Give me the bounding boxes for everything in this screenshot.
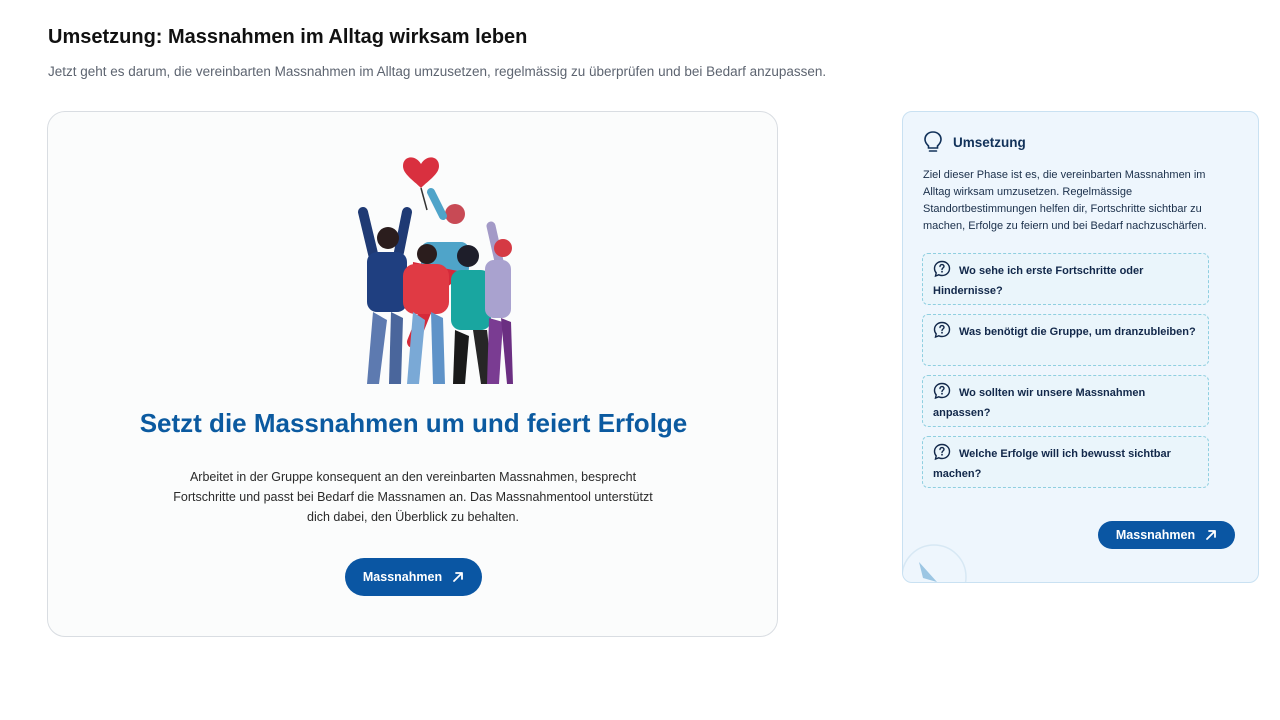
question-bubble-icon <box>933 382 951 400</box>
main-heading: Setzt die Massnahmen um und feiert Erfol… <box>139 408 688 438</box>
page-title: Umsetzung: Massnahmen im Alltag wirksam … <box>48 26 528 48</box>
main-description: Arbeitet in der Gruppe konsequent an den… <box>173 470 653 524</box>
question-bubble-icon <box>933 321 951 339</box>
side-card-text: Ziel dieser Phase ist es, die vereinbart… <box>923 169 1207 232</box>
question-bubble-icon <box>933 443 951 461</box>
question-item[interactable]: Wo sollten wir unsere Massnahmen anpasse… <box>922 375 1209 427</box>
compass-icon <box>903 544 967 582</box>
side-massnahmen-button-label: Massnahmen <box>1115 528 1196 542</box>
question-item[interactable]: Was benötigt die Gruppe, um dranzubleibe… <box>922 314 1209 366</box>
arrow-up-right-icon <box>1206 530 1216 540</box>
question-item[interactable]: Welche Erfolge will ich bewusst sichtbar… <box>922 436 1209 488</box>
massnahmen-button-label: Massnahmen <box>362 570 443 584</box>
lightbulb-icon <box>924 131 942 152</box>
arrow-up-right-icon <box>453 572 463 582</box>
question-label: Welche Erfolge will ich bewusst sichtbar… <box>933 448 1171 480</box>
side-massnahmen-button[interactable]: Massnahmen <box>1098 521 1235 549</box>
side-card-header: Umsetzung <box>923 130 1026 154</box>
question-bubble-icon <box>933 260 951 278</box>
question-label: Wo sollten wir unsere Massnahmen anpasse… <box>933 387 1146 419</box>
celebrating-group-illustration <box>358 157 513 384</box>
question-list: Wo sehe ich erste Fortschritte oder Hind… <box>922 253 1209 488</box>
main-card: Setzt die Massnahmen um und feiert Erfol… <box>47 111 778 637</box>
side-card-title: Umsetzung <box>953 134 1026 150</box>
question-label: Wo sehe ich erste Fortschritte oder Hind… <box>933 265 1144 297</box>
question-item[interactable]: Wo sehe ich erste Fortschritte oder Hind… <box>922 253 1209 305</box>
massnahmen-button[interactable]: Massnahmen <box>345 558 482 596</box>
page: Umsetzung: Massnahmen im Alltag wirksam … <box>0 0 1280 720</box>
question-label: Was benötigt die Gruppe, um dranzubleibe… <box>959 326 1196 338</box>
side-info-card: Umsetzung Ziel dieser Phase ist es, die … <box>902 111 1259 583</box>
page-subtitle: Jetzt geht es darum, die vereinbarten Ma… <box>48 64 827 79</box>
